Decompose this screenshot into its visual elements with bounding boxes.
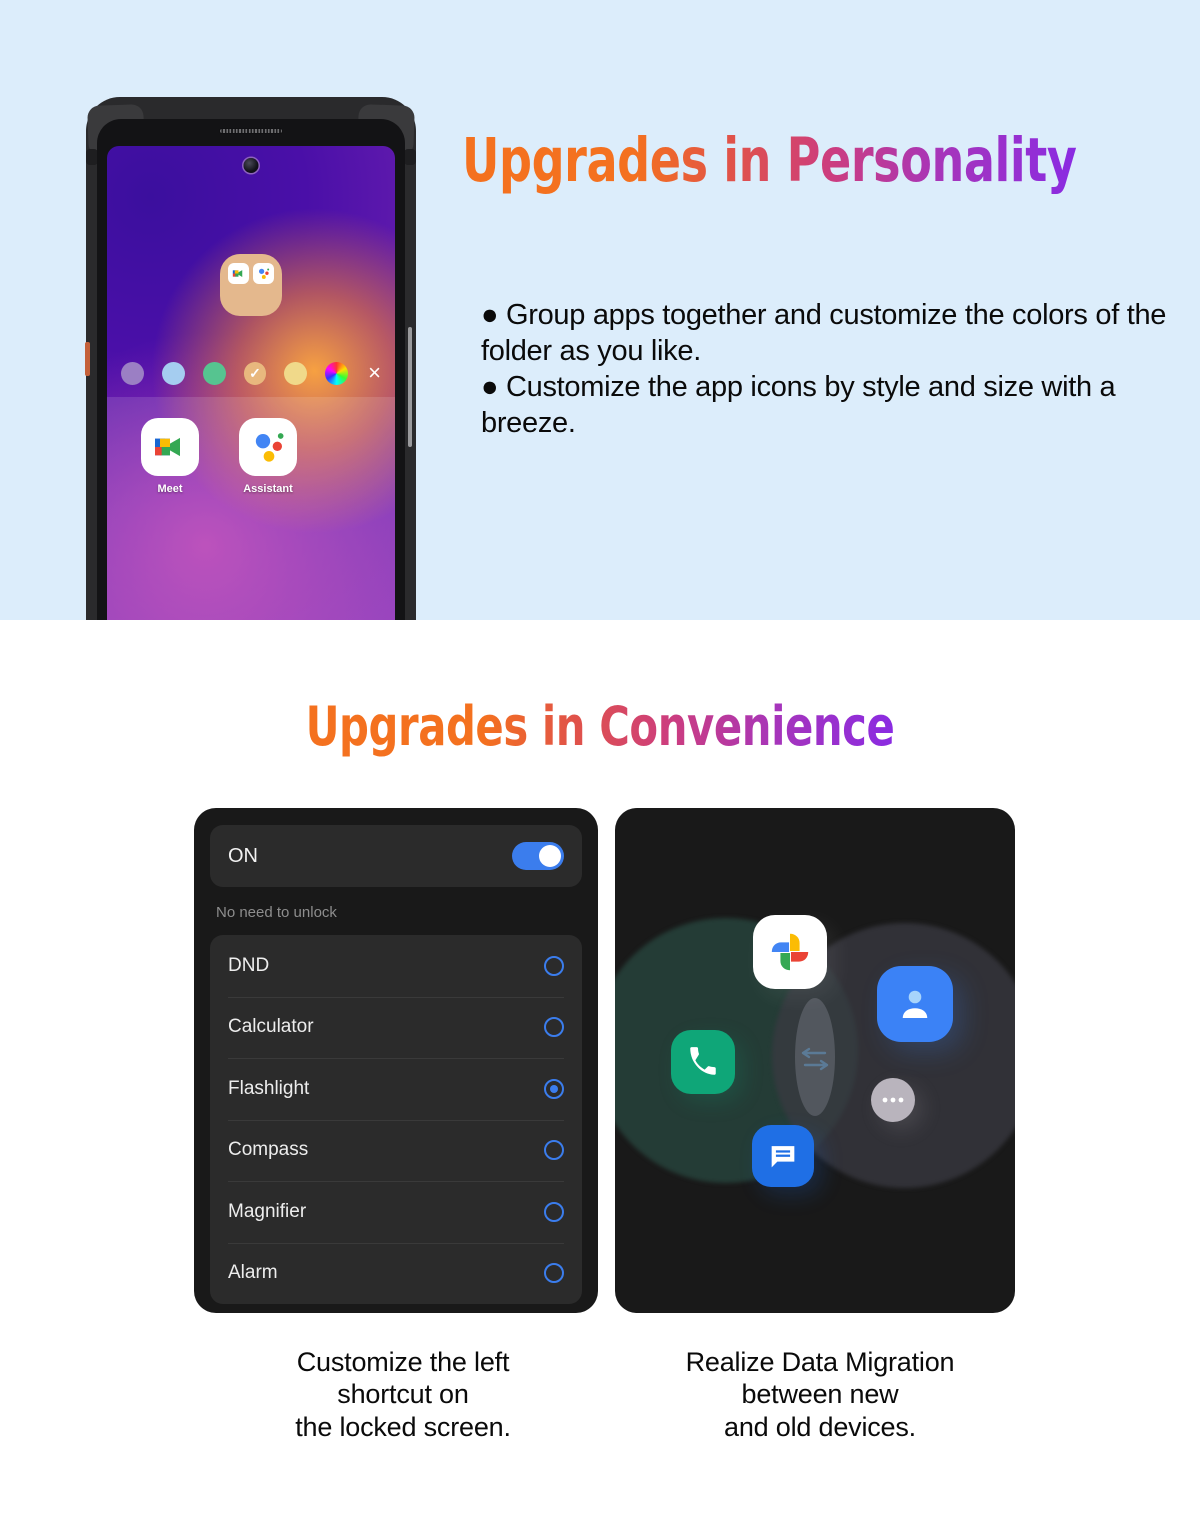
data-migration-panel xyxy=(615,808,1015,1313)
phone-screen: ✓ × Meet Assistant xyxy=(107,146,395,620)
color-swatch-light-blue[interactable] xyxy=(161,361,185,385)
color-swatch-yellow[interactable] xyxy=(284,361,308,385)
caption-right: Realize Data Migration between new and o… xyxy=(685,1347,955,1442)
toggle-label: ON xyxy=(228,844,258,867)
caption-left: Customize the left shortcut on the locke… xyxy=(295,1347,511,1442)
unlock-note: No need to unlock xyxy=(216,904,337,921)
case-notch-right xyxy=(404,149,416,165)
list-item[interactable]: Compass xyxy=(210,1119,582,1182)
app-label-meet: Meet xyxy=(157,483,183,495)
option-radio-flashlight[interactable] xyxy=(544,1078,564,1099)
option-label-alarm: Alarm xyxy=(228,1262,278,1284)
option-radio-alarm[interactable] xyxy=(544,1263,564,1284)
option-label-magnifier: Magnifier xyxy=(228,1200,307,1222)
meet-icon xyxy=(228,263,249,284)
list-item[interactable]: Alarm xyxy=(210,1242,582,1305)
google-meet-icon xyxy=(141,418,199,476)
close-icon[interactable]: × xyxy=(368,362,381,384)
swatch-check-icon: ✓ xyxy=(249,365,261,381)
section-convenience: Upgrades in Convenience ON No need to un… xyxy=(0,620,1200,1519)
phone-mockup-personality: ✓ × Meet Assistant xyxy=(85,97,416,620)
list-item[interactable]: Calculator xyxy=(210,996,582,1059)
option-radio-compass[interactable] xyxy=(544,1140,564,1161)
color-swatch-rainbow[interactable] xyxy=(325,361,349,385)
feature-bullets: ● Group apps together and customize the … xyxy=(481,298,1171,442)
phone-rugged-case: ✓ × Meet Assistant xyxy=(85,97,416,620)
bullet-1: ● Group apps together and customize the … xyxy=(481,299,1167,367)
more-dots-icon xyxy=(871,1078,915,1122)
option-label-calculator: Calculator xyxy=(228,1016,314,1038)
color-swatch-tan[interactable]: ✓ xyxy=(243,361,267,385)
option-radio-calculator[interactable] xyxy=(544,1017,564,1038)
app-meet[interactable]: Meet xyxy=(141,418,199,495)
bullet-2: ● Customize the app icons by style and s… xyxy=(481,370,1116,439)
page-title-personality: Upgrades in Personality xyxy=(462,125,1077,196)
promo-page: ✓ × Meet Assistant Upgrades in Personali… xyxy=(0,0,1200,1519)
color-swatch-purple[interactable] xyxy=(121,361,144,385)
list-item[interactable]: DND xyxy=(210,935,582,997)
option-radio-dnd[interactable] xyxy=(544,955,564,976)
app-folder[interactable] xyxy=(220,254,282,316)
messages-icon xyxy=(752,1125,814,1187)
phone-body: ✓ × Meet Assistant xyxy=(97,119,405,620)
folder-color-picker[interactable]: ✓ × xyxy=(107,351,395,395)
section-personality: ✓ × Meet Assistant Upgrades in Personali… xyxy=(0,0,1200,620)
option-radio-magnifier[interactable] xyxy=(544,1201,564,1222)
app-label-assistant: Assistant xyxy=(243,483,293,495)
phone-dialer-icon xyxy=(671,1030,735,1094)
power-button[interactable] xyxy=(85,342,90,376)
shortcut-enable-row[interactable]: ON xyxy=(210,825,582,887)
google-assistant-icon xyxy=(239,418,297,476)
list-item[interactable]: Flashlight xyxy=(210,1058,582,1120)
toggle-knob xyxy=(539,845,561,867)
shortcut-options-list: DND Calculator Flashlight Compass Magnif… xyxy=(210,935,582,1304)
list-item[interactable]: Magnifier xyxy=(210,1181,582,1243)
assistant-icon xyxy=(253,263,274,284)
google-photos-icon xyxy=(753,915,827,989)
home-screen-app-row: Meet Assistant xyxy=(107,418,395,495)
lockscreen-shortcut-settings-panel: ON No need to unlock DND Calculator Flas… xyxy=(194,808,598,1313)
shortcut-toggle[interactable] xyxy=(512,842,564,870)
app-assistant[interactable]: Assistant xyxy=(239,418,297,495)
option-label-dnd: DND xyxy=(228,954,270,976)
earpiece-speaker-icon xyxy=(219,128,283,134)
contacts-icon xyxy=(877,966,953,1042)
option-label-flashlight: Flashlight xyxy=(228,1077,310,1099)
page-title-convenience: Upgrades in Convenience xyxy=(305,695,895,758)
case-edge-highlight xyxy=(408,327,412,447)
front-camera-icon xyxy=(243,158,259,173)
color-swatch-green[interactable] xyxy=(202,361,226,385)
option-label-compass: Compass xyxy=(228,1139,309,1161)
two-way-arrows-icon xyxy=(795,1046,835,1072)
